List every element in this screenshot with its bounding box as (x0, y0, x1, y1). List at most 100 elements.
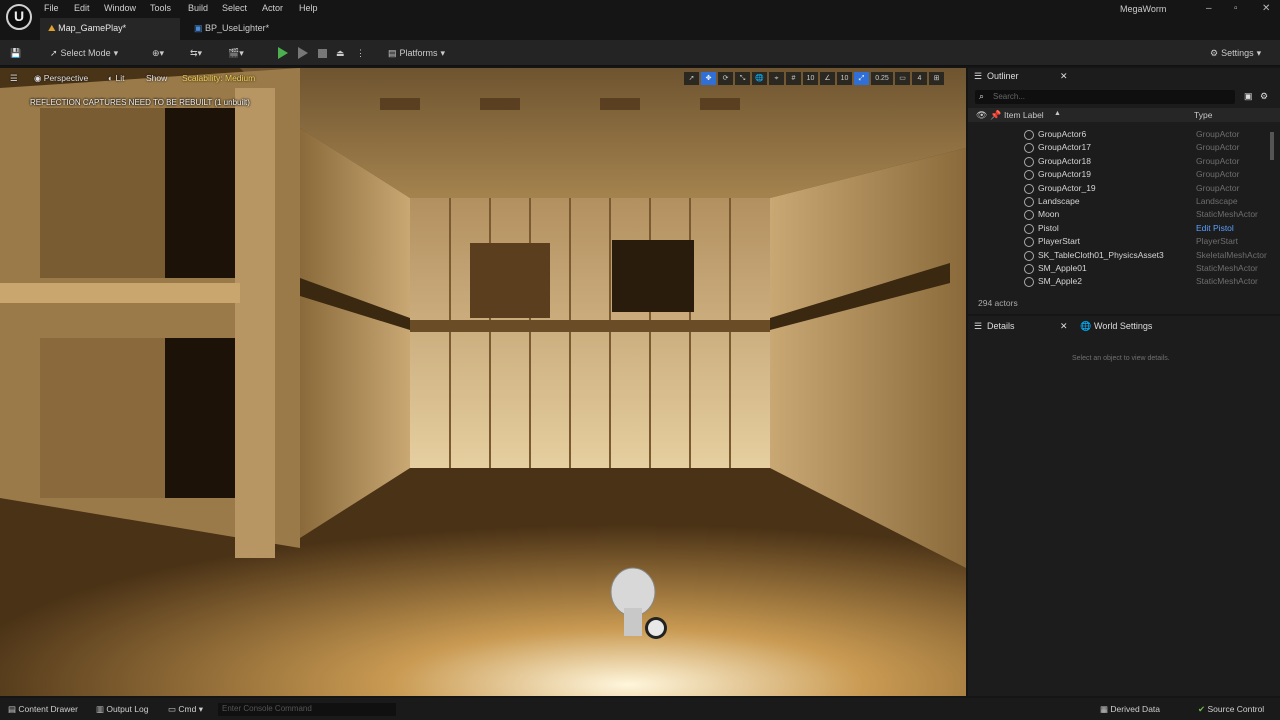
outliner-scrollbar[interactable] (1270, 132, 1274, 160)
add-actor-button[interactable]: ⊕▾ (152, 45, 164, 61)
transform-tools: ➚ ✥ ⟳ ⤡ 🌐 ⌖ # 10 ∠ 10 ⤢ 0.25 ▭ 4 ⊞ (684, 72, 944, 86)
scene-render[interactable] (0, 68, 966, 696)
outliner-row[interactable]: GroupActor18 GroupActor (968, 156, 1268, 169)
outliner-row[interactable]: SM_Apple2 StaticMeshActor (968, 276, 1268, 289)
show-button[interactable]: Show (146, 73, 167, 83)
menu-tools[interactable]: Tools (150, 3, 171, 13)
step-button[interactable] (298, 45, 308, 61)
scale-snap-icon[interactable]: ⤢ (854, 72, 869, 85)
console-input[interactable]: Enter Console Command (218, 703, 396, 716)
outliner-row[interactable]: GroupActor17 GroupActor (968, 142, 1268, 155)
select-mode-button[interactable]: ➚ Select Mode ▾ (50, 45, 118, 61)
rotation-snap-icon[interactable]: ∠ (820, 72, 835, 85)
outliner-icon: ☰ (974, 71, 983, 81)
outliner-row[interactable]: Moon StaticMeshActor (968, 209, 1268, 222)
cmd-button[interactable]: ▭ Cmd ▾ (168, 704, 203, 715)
menu-help[interactable]: Help (299, 3, 318, 13)
menu-file[interactable]: File (44, 3, 59, 13)
menu-build[interactable]: Build (188, 3, 208, 13)
menu-window[interactable]: Window (104, 3, 136, 13)
blueprints-button[interactable]: ⇆▾ (190, 45, 202, 61)
maximize-viewport-icon[interactable]: ⊞ (929, 72, 944, 85)
outliner-row[interactable]: PlayerStart PlayerStart (968, 236, 1268, 249)
source-control-label: Source Control (1207, 704, 1265, 714)
outliner-row[interactable]: SM_Apple01 StaticMeshActor (968, 263, 1268, 276)
column-item-label[interactable]: Item Label (1004, 110, 1044, 120)
platforms-button[interactable]: ▤ Platforms ▾ (388, 45, 445, 61)
scale-snap-value[interactable]: 0.25 (871, 72, 893, 85)
row-type: GroupActor (1196, 155, 1240, 166)
actor-icon (1024, 223, 1034, 234)
perspective-button[interactable]: ◉ Perspective (34, 73, 88, 84)
content-drawer-button[interactable]: ▤ Content Drawer (8, 704, 78, 715)
camera-speed-value[interactable]: 4 (912, 72, 927, 85)
outliner-row[interactable]: GroupActor_19 GroupActor (968, 183, 1268, 196)
derived-data-button[interactable]: ▦ Derived Data (1100, 704, 1160, 715)
scalability-label[interactable]: Scalability: Medium (182, 73, 255, 83)
grid-size-value[interactable]: 10 (803, 72, 818, 85)
search-icon: ⌕ (979, 91, 985, 101)
column-type[interactable]: Type (1194, 110, 1212, 120)
viewport-menu-icon[interactable]: ☰ (10, 73, 18, 84)
status-bar: ▤ Content Drawer ▥ Output Log ▭ Cmd ▾ ▦ … (0, 698, 1280, 720)
actor-icon (1024, 277, 1034, 288)
tab-map-gameplay[interactable]: ⛰ Map_GamePlay* (40, 18, 180, 40)
row-type: StaticMeshActor (1196, 209, 1258, 220)
outliner-row[interactable]: Landscape Landscape (968, 196, 1268, 209)
details-tab[interactable]: Details (987, 321, 1015, 331)
rotation-snap-value[interactable]: 10 (837, 72, 852, 85)
select-tool-icon[interactable]: ➚ (684, 72, 699, 85)
scale-tool-icon[interactable]: ⤡ (735, 72, 750, 85)
row-name: Landscape (1038, 196, 1080, 206)
output-log-label: Output Log (106, 704, 149, 714)
save-icon[interactable]: 💾 (10, 45, 21, 61)
outliner-settings-icon[interactable]: ⚙ (1260, 91, 1268, 102)
source-control-button[interactable]: ✔ Source Control (1198, 704, 1264, 715)
tab-bp-uselighter[interactable]: ▣ BP_UseLighter* (186, 18, 296, 40)
stop-button[interactable] (318, 45, 327, 61)
menu-actor[interactable]: Actor (262, 3, 283, 13)
sort-arrow-icon: ▲ (1054, 110, 1061, 117)
outliner-row[interactable]: Pistol Edit Pistol (968, 223, 1268, 236)
world-local-icon[interactable]: 🌐 (752, 72, 767, 85)
outliner-row[interactable]: GroupActor6 GroupActor (968, 129, 1268, 142)
close-outliner-icon[interactable]: ✕ (1060, 71, 1068, 82)
outliner-row[interactable]: SK_TableCloth01_PhysicsAsset3 SkeletalMes… (968, 250, 1268, 263)
settings-button[interactable]: ⚙ Settings ▾ (1210, 45, 1261, 61)
level-icon: ⛰ (48, 23, 56, 33)
minimize-icon[interactable]: – (1206, 3, 1212, 14)
grid-snap-icon[interactable]: # (786, 72, 801, 85)
move-tool-icon[interactable]: ✥ (701, 72, 716, 85)
settings-label: Settings (1221, 48, 1254, 58)
select-mode-label: Select Mode (60, 48, 111, 58)
details-panel (968, 316, 1280, 696)
row-type: Edit Pistol (1196, 222, 1234, 233)
pin-icon[interactable]: 📌 (990, 110, 1001, 121)
eject-button[interactable]: ⏏ (336, 45, 345, 61)
row-name: GroupActor_19 (1038, 182, 1096, 193)
world-settings-tab[interactable]: World Settings (1094, 321, 1152, 331)
surface-snap-icon[interactable]: ⌖ (769, 72, 784, 85)
output-log-button[interactable]: ▥ Output Log (96, 704, 148, 715)
outliner-search-input[interactable]: Search... (975, 90, 1235, 104)
menu-select[interactable]: Select (222, 3, 247, 13)
outliner-title[interactable]: Outliner (987, 71, 1019, 81)
chevron-down-icon: ▾ (440, 47, 446, 58)
menu-edit[interactable]: Edit (74, 3, 90, 13)
level-viewport[interactable] (0, 68, 966, 696)
outliner-row[interactable]: GroupActor19 GroupActor (968, 169, 1268, 182)
play-button[interactable] (278, 45, 288, 61)
visibility-icon[interactable]: 👁 (976, 110, 987, 121)
row-type: GroupActor (1196, 182, 1240, 193)
close-details-icon[interactable]: ✕ (1060, 321, 1068, 332)
actor-icon (1024, 197, 1034, 207)
more-options-icon[interactable]: ⋮ (356, 45, 365, 61)
lit-button[interactable]: ◐ Lit (108, 73, 124, 83)
add-folder-icon[interactable]: ▣ (1244, 91, 1253, 102)
rotate-tool-icon[interactable]: ⟳ (718, 72, 733, 85)
cinematics-button[interactable]: 🎬▾ (228, 45, 244, 61)
maximize-icon[interactable]: ▫ (1234, 3, 1238, 14)
close-window-icon[interactable]: ✕ (1262, 3, 1270, 14)
camera-speed-icon[interactable]: ▭ (895, 72, 910, 85)
unreal-logo-icon[interactable]: U (6, 4, 32, 30)
